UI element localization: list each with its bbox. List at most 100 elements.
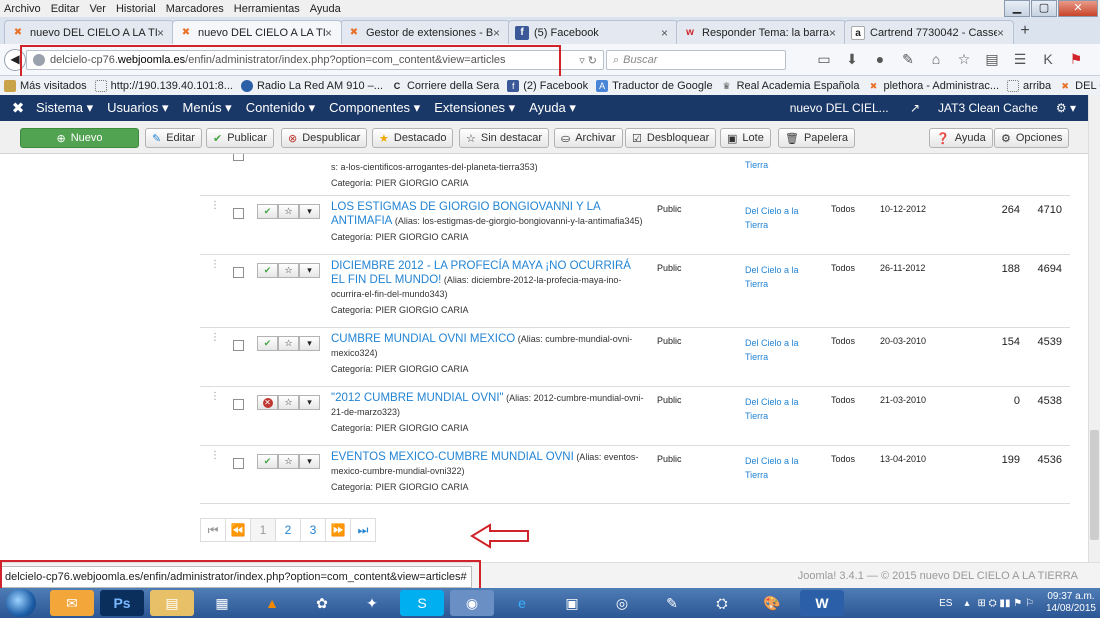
app-icon[interactable]: ✿ bbox=[300, 590, 344, 616]
row-checkbox[interactable] bbox=[233, 458, 244, 469]
browser-tab-active[interactable]: ✖ nuevo DEL CIELO A LA TIE... × bbox=[172, 20, 342, 44]
menu-ver[interactable]: Ver bbox=[89, 3, 106, 15]
explorer-folder-icon[interactable]: ▤ bbox=[150, 590, 194, 616]
trash-button[interactable]: 🗑 Papelera bbox=[778, 128, 856, 148]
close-tab-icon[interactable]: × bbox=[829, 26, 839, 40]
actions-dropdown-icon[interactable]: ▾ bbox=[299, 263, 320, 278]
close-window-icon[interactable]: ✕ bbox=[1058, 0, 1098, 17]
page-2[interactable]: 2 bbox=[275, 518, 301, 542]
table-row[interactable]: ⋮ ✕ ☆ ▾ "2012 CUMBRE MUNDIAL OVNI" (Alia… bbox=[200, 387, 1070, 446]
minimize-icon[interactable]: ▁ bbox=[1004, 0, 1030, 17]
bookmark-item[interactable]: ✖ plethora - Administrac... bbox=[867, 80, 999, 92]
featured-button[interactable]: ★ Destacado bbox=[372, 128, 454, 148]
table-row[interactable]: ⋮ ✔ ☆ ▾ s: a-los-cientificos-arrogantes-… bbox=[200, 154, 1070, 196]
tray-arrow-icon[interactable]: ▴ bbox=[964, 598, 969, 609]
actions-dropdown-icon[interactable]: ▾ bbox=[299, 204, 320, 219]
window-icon[interactable]: ▭ bbox=[810, 51, 838, 68]
row-checkbox[interactable] bbox=[233, 340, 244, 351]
menu-editar[interactable]: Editar bbox=[51, 3, 80, 15]
home-icon[interactable]: ⌂ bbox=[922, 51, 950, 68]
featured-toggle-icon[interactable]: ☆ bbox=[278, 263, 299, 278]
webcam-icon[interactable]: ◎ bbox=[600, 590, 644, 616]
featured-toggle-icon[interactable]: ☆ bbox=[278, 204, 299, 219]
unfeatured-button[interactable]: ☆ Sin destacar bbox=[459, 128, 550, 148]
shortcut-icon[interactable]: ⚑ bbox=[1062, 51, 1090, 68]
article-author[interactable]: Del Cielo a la Tierra bbox=[745, 454, 807, 482]
unpublished-toggle-icon[interactable]: ✕ bbox=[257, 395, 278, 410]
menu-herramientas[interactable]: Herramientas bbox=[234, 3, 300, 15]
new-tab-icon[interactable]: + bbox=[1012, 20, 1038, 44]
article-author[interactable]: Del Cielo a la Tierra bbox=[745, 204, 807, 232]
batch-button[interactable]: ▣ Lote bbox=[720, 128, 771, 148]
clipboard-icon[interactable]: ▤ bbox=[978, 51, 1006, 68]
bookmark-item[interactable]: Radio La Red AM 910 –... bbox=[240, 79, 383, 92]
skype-icon[interactable]: S bbox=[400, 590, 444, 616]
publish-button[interactable]: ✔ Publicar bbox=[206, 128, 274, 148]
table-row[interactable]: ⋮ ✔ ☆ ▾ EVENTOS MEXICO-CUMBRE MUNDIAL OV… bbox=[200, 446, 1070, 504]
maximize-icon[interactable]: ▢ bbox=[1031, 0, 1057, 17]
bookmark-item[interactable]: arriba bbox=[1007, 79, 1051, 92]
internet-explorer-icon[interactable]: e bbox=[500, 590, 544, 616]
bookmark-item[interactable]: C Corriere della Sera bbox=[391, 80, 500, 92]
browser-tab[interactable]: f (5) Facebook × bbox=[508, 20, 678, 44]
actions-dropdown-icon[interactable]: ▾ bbox=[299, 336, 320, 351]
row-checkbox[interactable] bbox=[233, 208, 244, 219]
outlook-icon[interactable]: ✉ bbox=[50, 590, 94, 616]
bookmark-item[interactable]: Más visitados bbox=[4, 79, 87, 92]
drag-handle-icon[interactable]: ⋮ bbox=[210, 333, 220, 343]
nav-usuarios[interactable]: Usuarios ▾ bbox=[107, 100, 168, 116]
featured-toggle-icon[interactable]: ☆ bbox=[278, 454, 299, 469]
bookmark-item[interactable]: http://190.139.40.101:8... bbox=[94, 79, 233, 92]
drag-handle-icon[interactable]: ⋮ bbox=[210, 260, 220, 270]
tray-icons[interactable]: ⊞ ⛭ ▮▮ ⚑ ⚐ bbox=[978, 598, 1034, 609]
browser-tab[interactable]: a Cartrend 7730042 - Cassett... × bbox=[844, 20, 1014, 44]
clean-cache-link[interactable]: JAT3 Clean Cache bbox=[938, 101, 1038, 115]
word-icon[interactable]: W bbox=[800, 590, 844, 616]
menu-ayuda[interactable]: Ayuda bbox=[310, 3, 341, 15]
site-link[interactable]: nuevo DEL CIEL... ↗ bbox=[772, 101, 920, 115]
menu-historial[interactable]: Historial bbox=[116, 3, 156, 15]
photoshop-icon[interactable]: Ps bbox=[100, 590, 144, 616]
notepad-icon[interactable]: ✎ bbox=[650, 590, 694, 616]
nav-extensiones[interactable]: Extensiones ▾ bbox=[434, 100, 515, 116]
actions-dropdown-icon[interactable]: ▾ bbox=[299, 395, 320, 410]
drag-handle-icon[interactable]: ⋮ bbox=[210, 451, 220, 461]
bookmark-item[interactable]: ✖DEL CIELO A LA TIERR... bbox=[1059, 80, 1100, 92]
drag-handle-icon[interactable]: ⋮ bbox=[210, 201, 220, 211]
firefox-icon[interactable]: ◉ bbox=[450, 590, 494, 616]
close-tab-icon[interactable]: × bbox=[493, 26, 503, 40]
unpublish-button[interactable]: ⊗ Despublicar bbox=[281, 128, 368, 148]
published-toggle-icon[interactable]: ✔ bbox=[257, 263, 278, 278]
bookmark-item[interactable]: ♛ Real Academia Española bbox=[721, 80, 860, 92]
next-page-icon[interactable]: ⏩ bbox=[325, 518, 351, 542]
vlc-icon[interactable]: ▲ bbox=[250, 590, 294, 616]
help-button[interactable]: ❓ Ayuda bbox=[929, 128, 993, 148]
featured-toggle-icon[interactable]: ☆ bbox=[278, 395, 299, 410]
star-icon[interactable]: ☆ bbox=[950, 51, 978, 68]
bookmark-item[interactable]: f (2) Facebook bbox=[507, 79, 588, 92]
published-toggle-icon[interactable]: ✔ bbox=[257, 204, 278, 219]
nav-menus[interactable]: Menús ▾ bbox=[183, 100, 232, 116]
page-scrollbar[interactable] bbox=[1088, 95, 1100, 562]
close-tab-icon[interactable]: × bbox=[661, 26, 671, 40]
drag-handle-icon[interactable]: ⋮ bbox=[210, 392, 220, 402]
article-title-link[interactable]: "2012 CUMBRE MUNDIAL OVNI" bbox=[331, 392, 504, 404]
language-indicator[interactable]: ES bbox=[939, 598, 952, 609]
bookmark-item[interactable]: A Traductor de Google bbox=[596, 79, 713, 92]
last-page-icon[interactable]: ⏭ bbox=[350, 518, 376, 542]
page-1[interactable]: 1 bbox=[250, 518, 276, 542]
menu-archivo[interactable]: Archivo bbox=[4, 3, 41, 15]
close-tab-icon[interactable]: × bbox=[157, 26, 167, 40]
actions-dropdown-icon[interactable]: ▾ bbox=[299, 454, 320, 469]
close-tab-icon[interactable]: × bbox=[325, 26, 335, 40]
search-input[interactable]: ⌕ Buscar bbox=[606, 50, 786, 70]
article-author[interactable]: Tierra bbox=[745, 158, 807, 172]
calculator-icon[interactable]: ▦ bbox=[200, 590, 244, 616]
options-button[interactable]: ⚙ Opciones bbox=[994, 128, 1070, 148]
row-checkbox[interactable] bbox=[233, 399, 244, 410]
joomla-logo-icon[interactable]: ✖ bbox=[0, 99, 36, 117]
table-row[interactable]: ⋮ ✔ ☆ ▾ LOS ESTIGMAS DE GIORGIO BONGIOVA… bbox=[200, 196, 1070, 255]
network-icon[interactable]: ⛭ bbox=[700, 590, 744, 616]
row-checkbox[interactable] bbox=[233, 267, 244, 278]
new-button[interactable]: ⊕ Nuevo bbox=[20, 128, 139, 148]
